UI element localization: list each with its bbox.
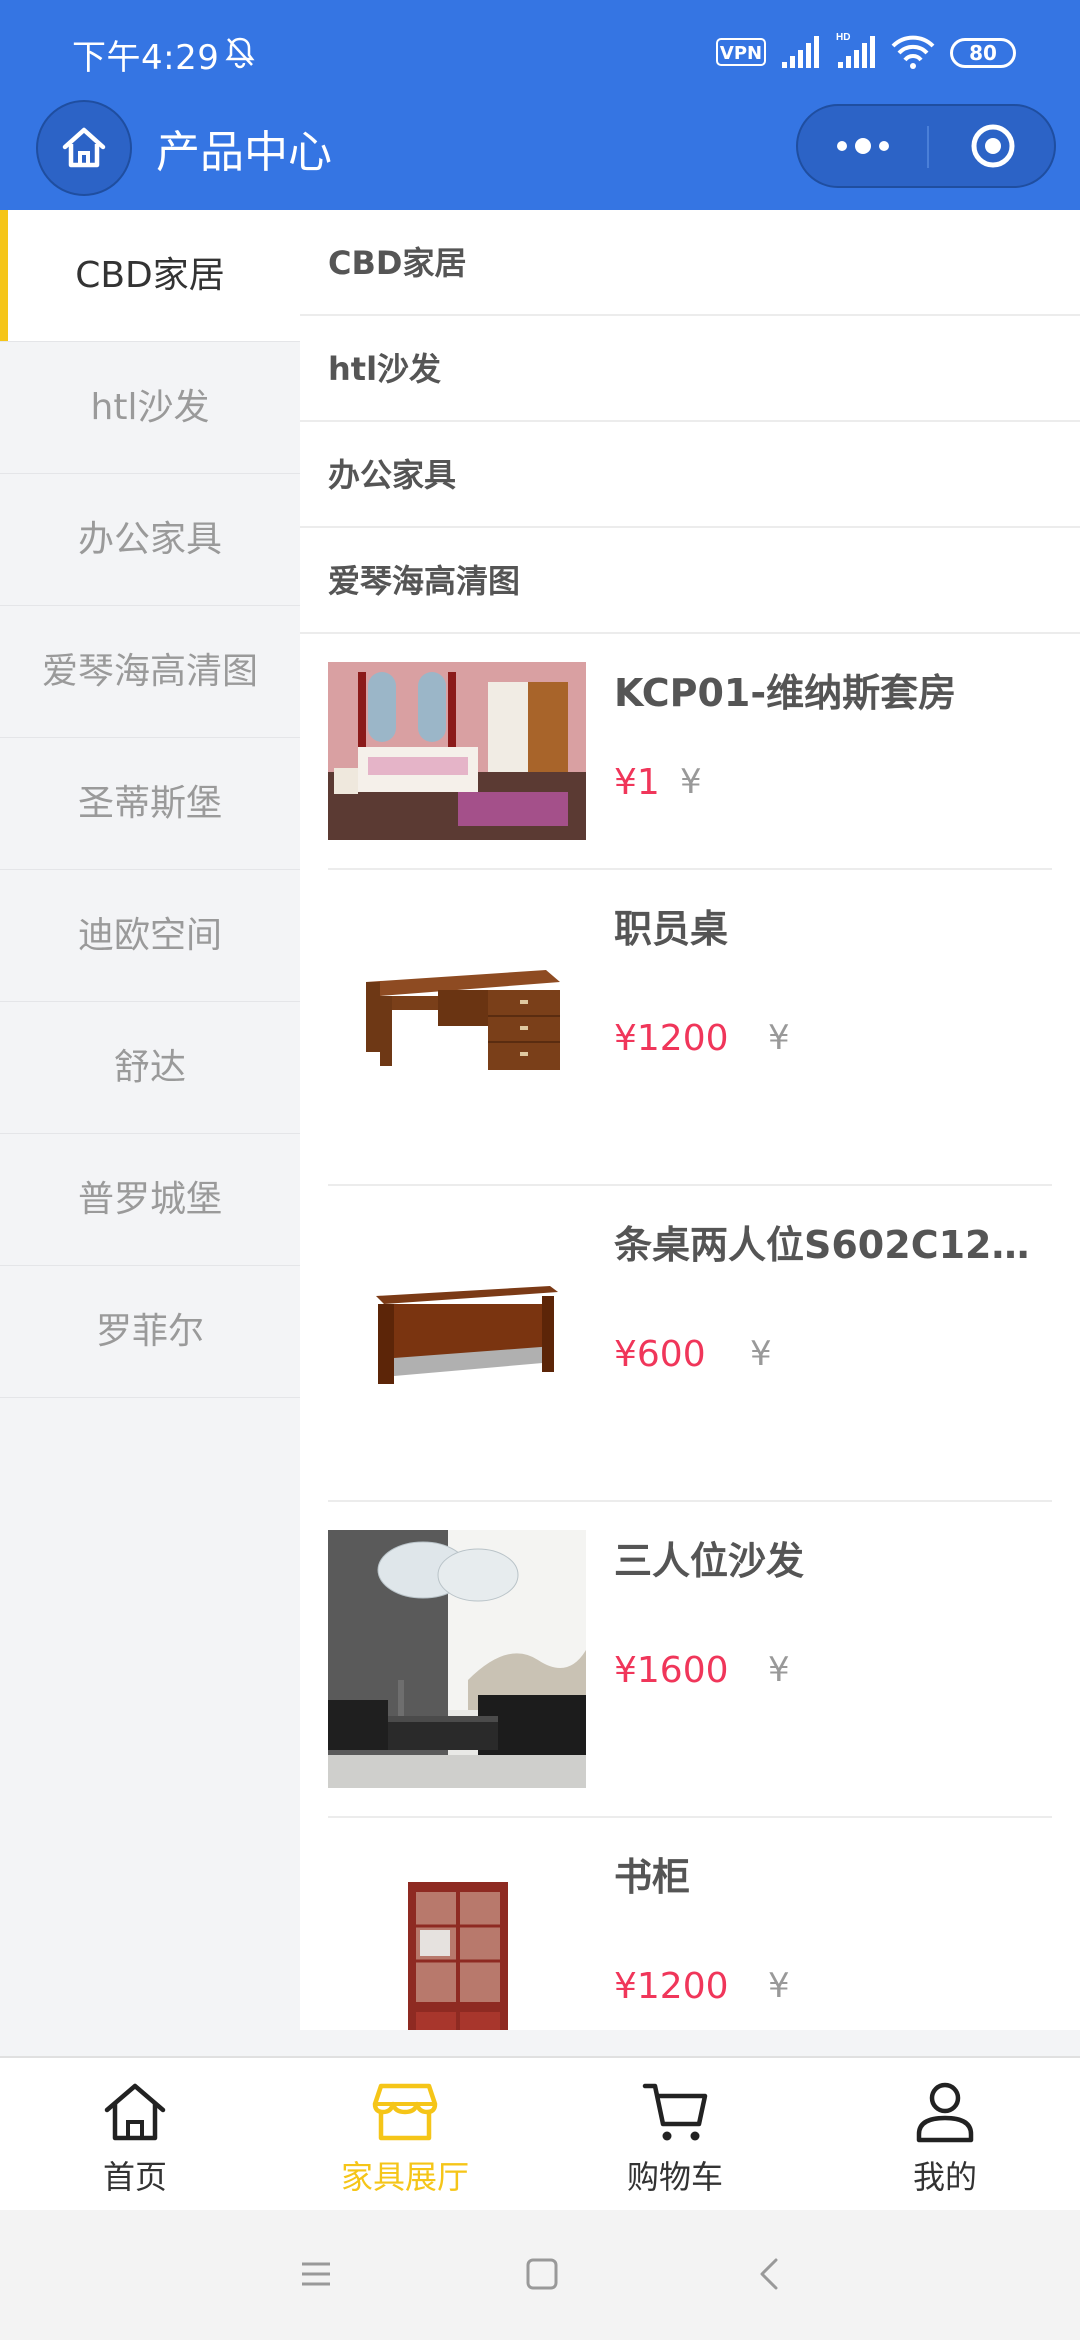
bell-muted-icon <box>225 37 255 69</box>
tab-label: 购物车 <box>626 2158 723 2196</box>
original-price: ¥ <box>768 1966 790 2006</box>
sidebar-item-aegean-hd[interactable]: 爱琴海高清图 <box>0 606 300 738</box>
home-icon <box>104 2083 166 2141</box>
product-card[interactable]: 职员桌 ¥1200 ¥ <box>328 870 1052 1186</box>
back-icon[interactable] <box>750 2254 790 2294</box>
subcategory-row[interactable]: CBD家居 <box>300 210 1080 316</box>
product-list: KCP01-维纳斯套房 ¥1 ¥ 职员桌 ¥1200 ¥ 条桌两人位S602C1… <box>300 634 1080 2030</box>
product-price: ¥1 <box>614 762 660 803</box>
sidebar-item-cbd[interactable]: CBD家居 <box>0 210 300 342</box>
product-image[interactable] <box>328 662 586 840</box>
product-name: 书柜 <box>614 1855 691 1899</box>
store-icon <box>372 2083 438 2141</box>
product-card[interactable]: 条桌两人位S602C12H... ¥600 ¥ <box>328 1186 1054 1502</box>
product-image[interactable] <box>328 1530 586 1788</box>
original-price: ¥ <box>768 1650 790 1690</box>
product-name: 条桌两人位S602C12H... <box>614 1223 1054 1267</box>
status-bar: 下午4:29 VPN HD 80 <box>0 0 1080 100</box>
signal-icon <box>782 36 819 68</box>
page-title: 产品中心 <box>156 127 332 178</box>
subcategory-row[interactable]: htl沙发 <box>300 316 1080 422</box>
tab-label: 首页 <box>102 2158 167 2196</box>
product-panel: CBD家居 htl沙发 办公家具 爱琴海高清图 KCP01-维纳斯套房 ¥1 ¥… <box>300 210 1080 2030</box>
target-icon <box>971 124 1015 168</box>
product-price: ¥600 <box>614 1334 706 1375</box>
battery-indicator: 80 <box>950 38 1016 68</box>
product-name: KCP01-维纳斯套房 <box>614 671 957 715</box>
subcategory-row[interactable]: 办公家具 <box>300 422 1080 528</box>
product-card[interactable]: KCP01-维纳斯套房 ¥1 ¥ <box>328 634 1052 870</box>
svg-text:HD: HD <box>836 32 850 43</box>
vpn-badge: VPN <box>716 38 766 66</box>
tab-cart[interactable]: 购物车 <box>540 2058 810 2210</box>
tab-showroom[interactable]: 家具展厅 <box>270 2058 540 2210</box>
product-name: 三人位沙发 <box>614 1539 805 1583</box>
home-icon <box>62 127 106 168</box>
product-image[interactable] <box>328 1846 586 2030</box>
product-price: ¥1200 <box>614 1966 729 2007</box>
tab-home[interactable]: 首页 <box>0 2058 270 2210</box>
user-icon <box>916 2082 974 2143</box>
original-price: ¥ <box>750 1334 772 1374</box>
product-image[interactable] <box>328 910 586 1130</box>
more-button[interactable] <box>798 106 928 186</box>
tab-label: 我的 <box>912 2158 977 2196</box>
top-bar: 下午4:29 VPN HD 80 产品中心 <box>0 0 1080 210</box>
home-button[interactable] <box>36 100 132 196</box>
sidebar-item-luofeier[interactable]: 罗菲尔 <box>0 1266 300 1398</box>
subcategory-row[interactable]: 爱琴海高清图 <box>300 528 1080 634</box>
sidebar-item-dio-space[interactable]: 迪欧空间 <box>0 870 300 1002</box>
original-price: ¥ <box>768 1018 790 1058</box>
product-price: ¥1600 <box>614 1650 729 1691</box>
category-sidebar: CBD家居 htl沙发 办公家具 爱琴海高清图 圣蒂斯堡 迪欧空间 舒达 普罗城… <box>0 210 300 2030</box>
sidebar-item-provence[interactable]: 普罗城堡 <box>0 1134 300 1266</box>
product-image[interactable] <box>328 1226 586 1446</box>
tab-profile[interactable]: 我的 <box>810 2058 1080 2210</box>
status-time: 下午4:29 <box>72 38 220 78</box>
tab-label: 家具展厅 <box>340 2158 469 2196</box>
product-price: ¥1200 <box>614 1018 729 1059</box>
product-card[interactable]: 三人位沙发 ¥1600 ¥ <box>328 1502 1052 1818</box>
wifi-icon <box>891 35 935 69</box>
menu-icon[interactable] <box>296 2254 336 2294</box>
sidebar-item-htl-sofa[interactable]: htl沙发 <box>0 342 300 474</box>
close-program-button[interactable] <box>928 106 1058 186</box>
nav-bar: 产品中心 <box>0 100 1080 210</box>
product-name: 职员桌 <box>614 907 729 951</box>
system-nav-bar <box>0 2210 1080 2340</box>
bottom-tab-bar: 首页 家具展厅 购物车 我的 <box>0 2056 1080 2210</box>
sidebar-item-santis[interactable]: 圣蒂斯堡 <box>0 738 300 870</box>
sidebar-item-office-furniture[interactable]: 办公家具 <box>0 474 300 606</box>
original-price: ¥ <box>680 762 702 802</box>
product-card[interactable]: 书柜 ¥1200 ¥ <box>328 1818 1052 2030</box>
mini-program-capsule <box>796 104 1056 188</box>
cart-icon <box>642 2083 708 2141</box>
sidebar-item-shuda[interactable]: 舒达 <box>0 1002 300 1134</box>
signal-hd-icon: HD <box>836 32 875 68</box>
home-square-icon[interactable] <box>522 2254 562 2294</box>
